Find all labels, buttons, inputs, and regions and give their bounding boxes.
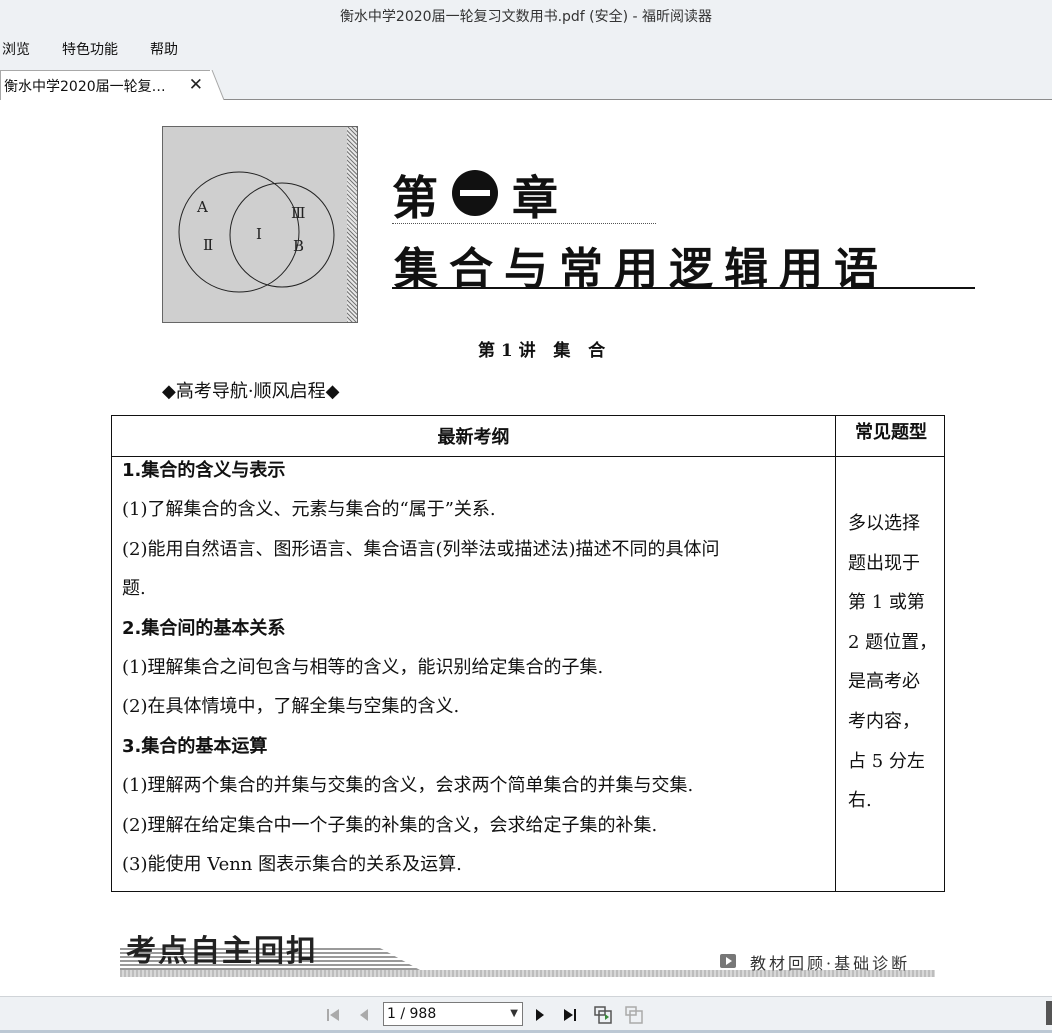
question-type-line: 是高考必 <box>848 671 920 693</box>
page-number-input[interactable]: 1 / 988 ▼ <box>383 1002 523 1026</box>
menu-item-features[interactable]: 特色功能 <box>62 39 118 59</box>
table-column-divider <box>835 416 836 891</box>
syllabus-line: 题. <box>122 578 146 600</box>
chapter-underline <box>392 287 975 289</box>
syllabus-line: (2)理解在给定集合中一个子集的补集的含义，会求给定子集的补集. <box>122 814 658 836</box>
window-title-bar: 衡水中学2020届一轮复习文数用书.pdf (安全) - 福昕阅读器 <box>0 0 1052 32</box>
syllabus-line: 3.集合的基本运算 <box>122 735 268 757</box>
banner-subtitle: 教材回顾·基础诊断 <box>750 954 911 973</box>
chapter-number-icon <box>452 170 498 216</box>
question-type-line: 右. <box>848 790 872 812</box>
chevron-down-icon[interactable]: ▼ <box>510 1003 518 1025</box>
question-type-line: 占 5 分左 <box>848 750 925 772</box>
table-header-question-types: 常见题型 <box>855 422 927 443</box>
previous-page-icon[interactable] <box>354 1005 374 1025</box>
venn-label-b: B <box>293 237 304 255</box>
venn-label-i: Ⅰ <box>256 225 262 243</box>
window-title: 衡水中学2020届一轮复习文数用书.pdf (安全) - 福昕阅读器 <box>339 9 713 25</box>
syllabus-line: (1)理解两个集合的并集与交集的含义，会求两个简单集合的并集与交集. <box>122 775 694 797</box>
menu-item-browse[interactable]: 浏览 <box>2 39 30 59</box>
syllabus-line: (3)能使用 Venn 图表示集合的关系及运算. <box>122 853 462 875</box>
guide-title: ◆高考导航·顺风启程◆ <box>162 381 340 402</box>
syllabus-line: 1.集合的含义与表示 <box>122 460 286 481</box>
scrollbar-edge[interactable] <box>1046 1001 1052 1025</box>
previous-view-icon[interactable] <box>593 1005 613 1025</box>
venn-diagram: A Ⅱ Ⅰ Ⅲ B <box>178 171 335 293</box>
question-type-line: 多以选择 <box>848 513 920 534</box>
syllabus-table: 最新考纲 常见题型 1.集合的含义与表示 (1)了解集合的含义、元素与集合的“属… <box>111 415 945 892</box>
syllabus-line: (2)在具体情境中，了解全集与空集的含义. <box>122 696 460 718</box>
tab-edge <box>210 70 224 100</box>
question-type-lines: 多以选择 题出现于 第 1 或第 2 题位置， 是高考必 考内容， 占 5 分左… <box>848 510 940 827</box>
venn-label-iii: Ⅲ <box>291 204 305 222</box>
question-type-line: 题出现于 <box>848 552 920 574</box>
syllabus-line: 2.集合间的基本关系 <box>122 617 286 639</box>
chapter-suffix: 章 <box>512 171 558 225</box>
section-banner: 考点自主回扣 教材回顾·基础诊断 <box>120 920 935 978</box>
syllabus-line: (2)能用自然语言、图形语言、集合语言(列举法或描述法)描述不同的具体问 <box>122 538 720 560</box>
banner-title: 考点自主回扣 <box>126 934 318 969</box>
play-icon <box>720 954 736 968</box>
last-page-icon[interactable] <box>560 1005 580 1025</box>
close-icon[interactable]: ✕ <box>189 75 203 95</box>
figure-hatch <box>347 127 357 322</box>
next-page-icon[interactable] <box>530 1005 550 1025</box>
syllabus-line: (1)了解集合的含义、元素与集合的“属于”关系. <box>122 499 496 521</box>
tab-label: 衡水中学2020届一轮复… <box>4 78 166 95</box>
syllabus-lines: 1.集合的含义与表示 (1)了解集合的含义、元素与集合的“属于”关系. (2)能… <box>122 457 822 890</box>
next-view-icon[interactable] <box>624 1005 644 1025</box>
status-bar: 1 / 988 ▼ <box>0 996 1052 1033</box>
menu-item-help[interactable]: 帮助 <box>150 39 178 59</box>
tab-bar: 衡水中学2020届一轮复… ✕ <box>0 64 1052 100</box>
lecture-title: 第 1 讲 集 合 <box>478 341 606 361</box>
venn-label-a: A <box>196 198 208 216</box>
tab-document[interactable]: 衡水中学2020届一轮复… ✕ <box>0 70 212 100</box>
chapter-divider <box>392 223 656 224</box>
venn-figure: A Ⅱ Ⅰ Ⅲ B <box>162 126 358 323</box>
table-header-syllabus: 最新考纲 <box>437 427 510 448</box>
question-type-line: 考内容， <box>848 710 920 732</box>
chapter-prefix: 第 <box>392 171 440 225</box>
question-type-line: 第 1 或第 <box>848 592 925 614</box>
syllabus-line: (1)理解集合之间包含与相等的含义，能识别给定集合的子集. <box>122 656 604 678</box>
question-type-line: 2 题位置， <box>848 631 938 653</box>
menu-bar: 浏览 特色功能 帮助 <box>0 32 1052 64</box>
first-page-icon[interactable] <box>324 1005 344 1025</box>
page-indicator: 1 / 988 <box>387 1006 437 1022</box>
venn-label-ii: Ⅱ <box>203 236 213 254</box>
